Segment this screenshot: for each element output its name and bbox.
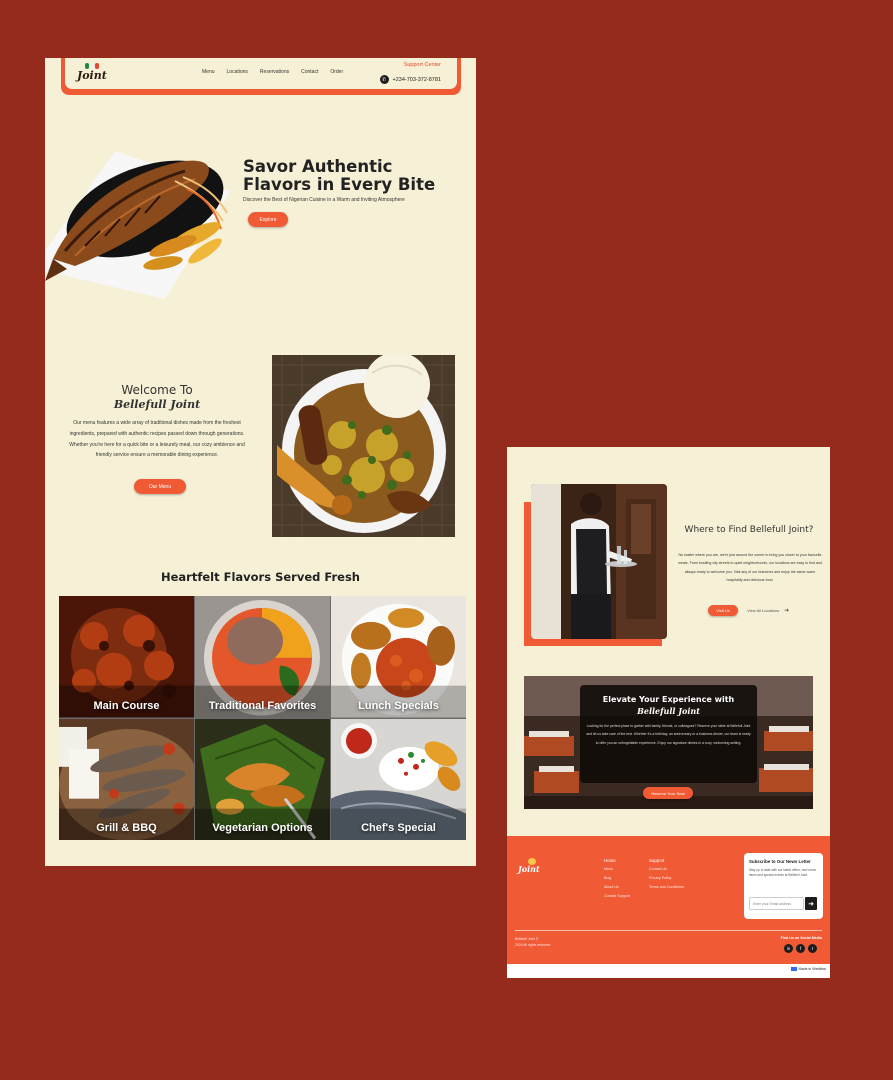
copyright-line-2: 2024 All rights reserved xyxy=(515,942,551,947)
twitter-icon[interactable]: t xyxy=(808,944,817,953)
nav-link-locations[interactable]: Locations xyxy=(227,69,248,75)
phone-icon: ✆ xyxy=(379,75,389,84)
menu-category-grid: Main Course Traditional Favorites Lunch … xyxy=(59,596,466,840)
welcome-brand-script: Bellefull Joint xyxy=(113,398,201,411)
linkedin-icon[interactable]: in xyxy=(784,944,793,953)
footer-link[interactable]: Contact Us xyxy=(649,867,684,871)
nav-link-contact[interactable]: Contact xyxy=(301,69,318,75)
nav-link-reservations[interactable]: Reservations xyxy=(260,69,289,75)
footer-copyright: Bellefull Joint © 2024 All rights reserv… xyxy=(515,937,550,948)
footer: Joint Home Menu Blog About Us Contact Su… xyxy=(507,836,830,964)
nav-link-order[interactable]: Order xyxy=(330,69,343,75)
newsletter-card: Subscribe to Our News Letter Stay up to … xyxy=(744,853,823,919)
reserve-seat-button[interactable]: Reserve Your Seat xyxy=(643,787,693,799)
arrow-right-icon[interactable]: ➜ xyxy=(805,897,817,910)
footer-link[interactable]: About Us xyxy=(604,885,630,889)
newsletter-body: Stay up to date with our latest offers, … xyxy=(749,868,817,877)
hero-title: Savor Authentic Flavors in Every Bite xyxy=(243,157,436,194)
logo-text: Joint xyxy=(77,69,107,82)
tile-label: Grill & BBQ xyxy=(96,822,157,834)
newsletter-email-input[interactable]: Enter your Email address xyxy=(749,897,804,910)
phone-contact[interactable]: ✆ +234-703-372-8781 xyxy=(379,75,441,84)
footer-column-support: Support Contact Us Privacy Policy Terms … xyxy=(649,858,684,894)
reservation-card: Elevate Your Experience with Bellefull J… xyxy=(580,685,757,783)
made-with-bar: Made in Webflow xyxy=(507,964,830,978)
facebook-icon[interactable]: f xyxy=(796,944,805,953)
newsletter-title: Subscribe to Our News Letter xyxy=(749,859,811,864)
hero-fish-image xyxy=(45,151,230,299)
tile-label: Main Course xyxy=(93,699,160,712)
view-locations-label: View All Locations xyxy=(747,608,780,613)
webflow-icon xyxy=(790,967,797,971)
arrow-right-icon: ➜ xyxy=(784,608,790,614)
menu-tile-grill-bbq[interactable]: Grill & BBQ xyxy=(59,718,194,840)
hero-subtitle: Discover the Best of Nigerian Cuisine in… xyxy=(243,197,405,203)
welcome-title: Welcome To xyxy=(121,383,193,397)
menu-tile-main-course[interactable]: Main Course xyxy=(59,596,194,718)
reservation-body: Looking for the perfect place to gather … xyxy=(586,724,751,745)
tile-label: Chef's Special xyxy=(361,822,436,834)
nav-links: Menu Locations Reservations Contact Orde… xyxy=(202,69,343,75)
support-label: Support Center xyxy=(403,62,441,68)
footer-logo[interactable]: Joint xyxy=(518,858,544,878)
egusi-dish-image xyxy=(272,352,455,537)
reservation-banner: Elevate Your Experience with Bellefull J… xyxy=(524,676,813,809)
tile-label: Traditional Favorites xyxy=(208,699,317,712)
menu-tile-vegetarian-options[interactable]: Vegetarian Options xyxy=(195,718,330,840)
welcome-section: Welcome To Bellefull Joint Our menu feat… xyxy=(67,383,247,461)
navbar: Joint Menu Locations Reservations Contac… xyxy=(61,58,461,95)
explore-button[interactable]: Explore xyxy=(248,212,288,227)
footer-link[interactable]: Menu xyxy=(604,867,630,871)
view-locations-link[interactable]: View All Locations ➜ xyxy=(747,605,789,616)
reservation-brand-script: Bellefull Joint xyxy=(637,706,700,716)
phone-number: +234-703-372-8781 xyxy=(392,76,441,83)
reservation-title: Elevate Your Experience with xyxy=(602,695,735,704)
footer-link[interactable]: Contact Support xyxy=(604,894,630,898)
made-in-webflow-label: Made in Webflow xyxy=(798,967,827,971)
menu-tile-lunch-specials[interactable]: Lunch Specials xyxy=(331,596,466,718)
navbar-card: Joint Menu Locations Reservations Contac… xyxy=(65,58,457,89)
footer-link[interactable]: Terms and Conditions xyxy=(649,885,684,889)
our-menu-button[interactable]: Our Menu xyxy=(134,479,186,494)
menu-tile-chefs-special[interactable]: Chef's Special xyxy=(331,718,466,840)
footer-link[interactable]: Privacy Policy xyxy=(649,876,684,880)
tile-label: Lunch Specials xyxy=(358,699,439,712)
nav-link-menu[interactable]: Menu xyxy=(202,69,215,75)
landing-page-desktop: Joint Menu Locations Reservations Contac… xyxy=(45,58,476,866)
find-body: No matter where you are, we're just arou… xyxy=(677,553,823,583)
footer-logo-text: Joint xyxy=(518,864,540,874)
welcome-body: Our menu features a wide array of tradit… xyxy=(69,420,245,459)
social-links: in f t xyxy=(784,944,817,953)
footer-divider xyxy=(515,930,822,931)
waiter-image xyxy=(531,484,667,639)
find-title: Where to Find Bellefull Joint? xyxy=(684,525,814,535)
visit-us-button[interactable]: Visit Us xyxy=(708,605,738,616)
menu-tile-traditional-favorites[interactable]: Traditional Favorites xyxy=(195,596,330,718)
made-in-webflow-badge[interactable]: Made in Webflow xyxy=(790,967,827,971)
footer-link[interactable]: Blog xyxy=(604,876,630,880)
section-title: Heartfelt Flavors Served Fresh xyxy=(161,570,360,584)
footer-heading[interactable]: Home xyxy=(604,858,630,863)
footer-heading[interactable]: Support xyxy=(649,858,684,863)
tile-label: Vegetarian Options xyxy=(212,822,313,834)
social-label: Find Us on Social Media xyxy=(780,936,822,940)
landing-page-continued: Where to Find Bellefull Joint? No matter… xyxy=(507,447,830,978)
footer-column-home: Home Menu Blog About Us Contact Support xyxy=(604,858,630,903)
brand-logo[interactable]: Joint xyxy=(77,63,107,85)
